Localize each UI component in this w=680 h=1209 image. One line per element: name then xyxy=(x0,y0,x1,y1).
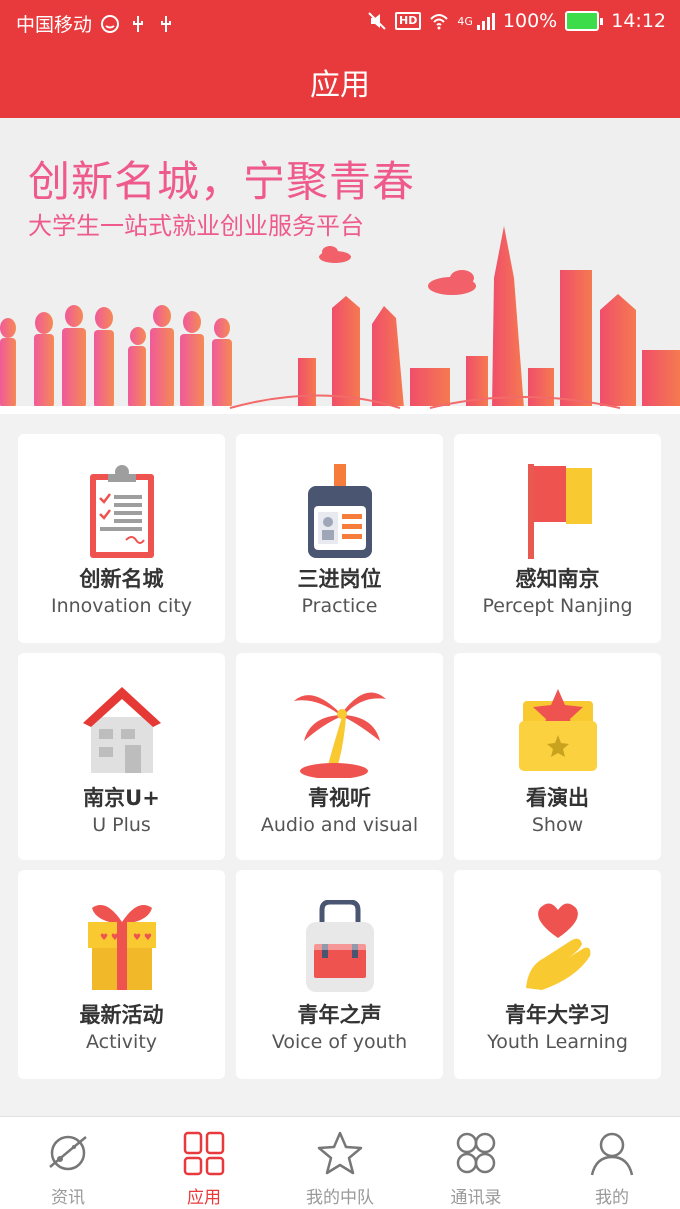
clock: 14:12 xyxy=(611,10,666,32)
tile-title: 三进岗位 xyxy=(297,567,382,591)
app-tile-percept-nanjing[interactable]: 感知南京 Percept Nanjing xyxy=(454,434,661,643)
tile-title: 创新名城 xyxy=(79,567,164,591)
tab-label: 资讯 xyxy=(51,1188,85,1208)
tile-subtitle: Show xyxy=(531,814,584,836)
app-header: 应用 xyxy=(0,46,680,118)
tab-label: 通讯录 xyxy=(450,1188,502,1208)
tile-subtitle: Practice xyxy=(301,595,378,617)
promo-banner[interactable]: 创新名城，宁聚青春 大学生一站式就业创业服务平台 xyxy=(0,118,680,414)
status-bar: 中国移动 HD 4G 100% 14:12 xyxy=(0,0,680,46)
flag-icon xyxy=(454,464,661,559)
signal-icon xyxy=(476,13,495,30)
page-title: 应用 xyxy=(310,68,370,103)
wifi-icon xyxy=(430,14,449,30)
tile-subtitle: Innovation city xyxy=(50,595,193,617)
banner-slogan: 创新名城，宁聚青春 xyxy=(28,157,416,206)
clipboard-icon xyxy=(18,464,225,559)
network-type: 4G xyxy=(457,14,473,28)
app-tile-youth-learning[interactable]: 青年大学习 Youth Learning xyxy=(454,870,661,1079)
id-badge-icon xyxy=(236,464,443,559)
tab-my-squad[interactable]: 我的中队 xyxy=(272,1117,408,1209)
svg-text:♥ ♥: ♥ ♥ xyxy=(100,933,119,943)
mute-icon xyxy=(368,12,386,30)
emoji-icon xyxy=(101,14,120,33)
svg-text:♥ ♥: ♥ ♥ xyxy=(133,933,152,943)
app-tile-activity[interactable]: ♥ ♥ ♥ ♥ 最新活动 Activity xyxy=(18,870,225,1079)
usb-icon xyxy=(133,15,144,32)
app-tile-audio-visual[interactable]: 青视听 Audio and visual xyxy=(236,653,443,860)
hd-badge: HD xyxy=(395,12,422,30)
tile-subtitle: Youth Learning xyxy=(487,1031,628,1053)
usb-icon xyxy=(161,15,172,32)
tile-title: 感知南京 xyxy=(515,567,600,591)
battery-icon xyxy=(565,11,604,31)
gift-box-icon: ♥ ♥ ♥ ♥ xyxy=(18,900,225,995)
tab-label: 我的中队 xyxy=(306,1188,374,1208)
tab-label: 应用 xyxy=(187,1188,221,1208)
palm-tree-icon xyxy=(236,683,443,778)
tab-contacts[interactable]: 通讯录 xyxy=(408,1117,544,1209)
app-tile-voice-of-youth[interactable]: 青年之声 Voice of youth xyxy=(236,870,443,1079)
tile-title: 青年之声 xyxy=(297,1003,382,1027)
bag-icon xyxy=(236,900,443,995)
heart-hand-icon xyxy=(454,900,661,995)
tile-title: 看演出 xyxy=(526,786,589,810)
tile-subtitle: U Plus xyxy=(92,814,151,836)
app-tile-practice[interactable]: 三进岗位 Practice xyxy=(236,434,443,643)
star-folder-icon xyxy=(454,683,661,778)
tile-title: 青视听 xyxy=(308,786,371,810)
tile-title: 最新活动 xyxy=(79,1003,164,1027)
tile-subtitle: Activity xyxy=(85,1031,158,1053)
contacts-icon xyxy=(456,1132,496,1174)
banner-subtitle: 大学生一站式就业创业服务平台 xyxy=(28,212,364,240)
tile-title: 青年大学习 xyxy=(505,1003,610,1027)
battery-percent: 100% xyxy=(502,10,558,32)
tab-news[interactable]: 资讯 xyxy=(0,1117,136,1209)
carrier-label: 中国移动 xyxy=(16,14,93,36)
star-icon xyxy=(317,1131,363,1175)
app-tile-u-plus[interactable]: 南京U+ U Plus xyxy=(18,653,225,860)
tile-subtitle: Audio and visual xyxy=(260,814,419,836)
house-icon xyxy=(18,683,225,778)
tab-me[interactable]: 我的 xyxy=(544,1117,680,1209)
tile-subtitle: Voice of youth xyxy=(271,1031,408,1053)
planet-icon xyxy=(49,1135,87,1171)
tile-subtitle: Percept Nanjing xyxy=(482,595,633,617)
bottom-tab-bar: 资讯 应用 我的中队 通讯录 我的 xyxy=(0,1116,680,1209)
tab-apps[interactable]: 应用 xyxy=(136,1117,272,1209)
tile-title: 南京U+ xyxy=(83,786,160,810)
user-icon xyxy=(590,1132,634,1176)
app-tile-innovation-city[interactable]: 创新名城 Innovation city xyxy=(18,434,225,643)
tab-label: 我的 xyxy=(595,1188,629,1208)
apps-grid-icon xyxy=(183,1131,225,1176)
app-tile-show[interactable]: 看演出 Show xyxy=(454,653,661,860)
